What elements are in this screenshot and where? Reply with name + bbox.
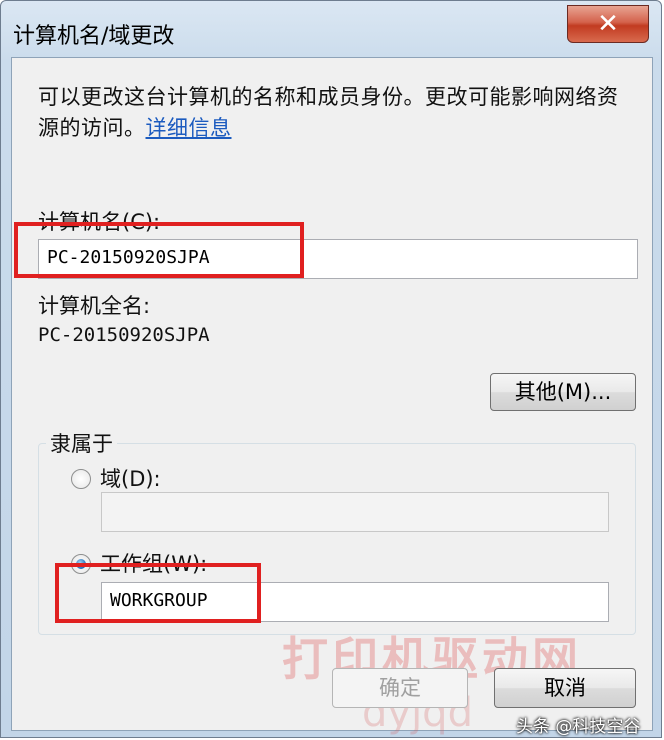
domain-radio[interactable]: [71, 469, 91, 489]
computer-name-highlight: [14, 222, 304, 278]
cancel-button[interactable]: 取消: [494, 668, 636, 708]
ok-button[interactable]: 确定: [332, 668, 468, 708]
window-title: 计算机名/域更改: [13, 24, 175, 49]
title-bar[interactable]: 计算机名/域更改 ✕: [1, 1, 661, 57]
close-icon: ✕: [597, 9, 619, 39]
dialog-window: 计算机名/域更改 ✕ 可以更改这台计算机的名称和成员身份。更改可能影响网络资源的…: [0, 0, 662, 738]
full-name-label: 计算机全名:: [38, 294, 151, 318]
full-name-value: PC-20150920SJPA: [38, 324, 210, 346]
description-body: 可以更改这台计算机的名称和成员身份。更改可能影响网络资源的访问。: [38, 85, 619, 140]
other-button[interactable]: 其他(M)...: [490, 373, 636, 411]
close-button[interactable]: ✕: [567, 5, 649, 43]
member-of-legend: 隶属于: [46, 428, 117, 458]
description-text: 可以更改这台计算机的名称和成员身份。更改可能影响网络资源的访问。详细信息: [38, 82, 628, 144]
workgroup-highlight: [55, 563, 261, 623]
dialog-client-area: 可以更改这台计算机的名称和成员身份。更改可能影响网络资源的访问。详细信息 计算机…: [11, 57, 653, 736]
details-link[interactable]: 详细信息: [146, 116, 232, 140]
domain-input[interactable]: [101, 492, 609, 532]
credit-overlay: 头条 @科技空谷: [516, 717, 641, 737]
domain-label: 域(D):: [100, 467, 161, 491]
